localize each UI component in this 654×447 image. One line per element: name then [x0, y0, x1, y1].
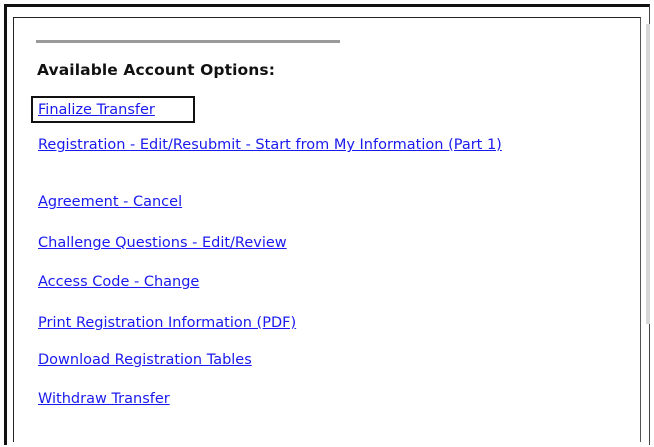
- registration-edit-resubmit-link[interactable]: Registration - Edit/Resubmit - Start fro…: [38, 136, 618, 154]
- challenge-questions-link[interactable]: Challenge Questions - Edit/Review: [38, 234, 628, 252]
- agreement-cancel-link[interactable]: Agreement - Cancel: [38, 193, 628, 211]
- print-registration-pdf-link[interactable]: Print Registration Information (PDF): [38, 314, 628, 332]
- account-options-heading: Available Account Options:: [37, 61, 276, 79]
- scrollbar-edge[interactable]: [646, 24, 650, 324]
- download-registration-tables-link[interactable]: Download Registration Tables: [38, 351, 628, 369]
- account-options-panel: [13, 17, 641, 442]
- section-separator: [36, 40, 340, 43]
- access-code-change-link[interactable]: Access Code - Change: [38, 273, 628, 291]
- finalize-transfer-link[interactable]: Finalize Transfer: [38, 101, 628, 119]
- withdraw-transfer-link[interactable]: Withdraw Transfer: [38, 390, 628, 408]
